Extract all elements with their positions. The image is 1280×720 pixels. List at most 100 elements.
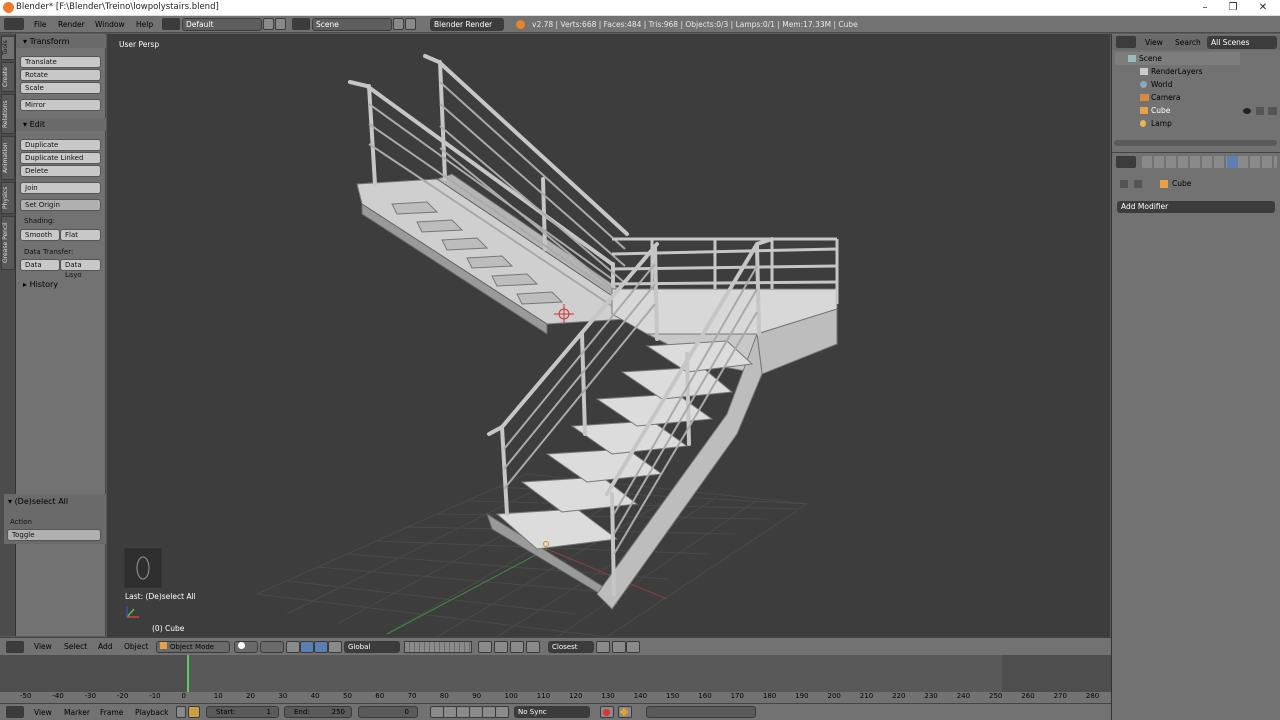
jump-start-icon[interactable] xyxy=(430,706,444,718)
tab-grease-pencil[interactable]: Grease Pencil xyxy=(1,216,15,270)
keying-set-icon[interactable] xyxy=(618,706,632,718)
record-icon[interactable] xyxy=(600,706,614,718)
tab-create[interactable]: Create xyxy=(1,62,15,92)
minimize-button[interactable]: – xyxy=(1190,0,1220,15)
outliner-editor-icon[interactable] xyxy=(1116,36,1136,48)
menu-object[interactable]: Object xyxy=(124,642,148,651)
jump-keyframe-back-icon[interactable] xyxy=(443,706,457,718)
outliner-view-menu[interactable]: View xyxy=(1145,38,1163,47)
menu-marker[interactable]: Marker xyxy=(64,708,90,717)
add-layout-icon[interactable] xyxy=(263,18,274,30)
outliner-item-camera[interactable]: Camera xyxy=(1114,91,1239,104)
scale-button[interactable]: Scale xyxy=(20,82,101,94)
properties-context-tabs[interactable] xyxy=(1142,156,1277,168)
sync-mode-select[interactable]: No Sync xyxy=(514,706,590,718)
menu-render[interactable]: Render xyxy=(58,20,85,29)
preview-range-icon[interactable] xyxy=(188,706,200,718)
remove-scene-icon[interactable] xyxy=(405,18,416,30)
history-panel-header[interactable]: ▸ History xyxy=(16,278,106,291)
scene-field[interactable]: Scene xyxy=(312,18,392,31)
tab-animation[interactable]: Animation xyxy=(1,136,15,180)
duplicate-linked-button[interactable]: Duplicate Linked xyxy=(20,152,101,164)
jump-end-icon[interactable] xyxy=(495,706,509,718)
outliner-display-select[interactable]: All Scenes xyxy=(1207,36,1277,49)
layer-buttons[interactable] xyxy=(404,641,472,653)
menu-view[interactable]: View xyxy=(34,642,52,651)
orientation-select[interactable]: Global xyxy=(344,641,400,653)
modifier-wrench-icon[interactable] xyxy=(1227,156,1238,168)
menu-file[interactable]: File xyxy=(34,20,47,29)
data-layout-button[interactable]: Data Layo xyxy=(60,259,101,279)
tab-tools[interactable]: Tools xyxy=(1,36,15,60)
mode-select[interactable]: Object Mode xyxy=(156,641,230,653)
smooth-button[interactable]: Smooth xyxy=(20,229,60,241)
opengl-animation-icon[interactable] xyxy=(626,641,640,653)
opengl-camera-icon[interactable] xyxy=(612,641,626,653)
translate-manipulator-icon[interactable] xyxy=(300,641,314,653)
current-frame-field[interactable]: 0 xyxy=(358,706,418,718)
menu-select[interactable]: Select xyxy=(64,642,87,651)
maximize-button[interactable]: ❐ xyxy=(1218,0,1248,15)
end-frame-field[interactable]: End: 250 xyxy=(284,706,352,718)
tab-relations[interactable]: Relations xyxy=(1,94,15,134)
visibility-eye-icon[interactable] xyxy=(1243,108,1251,114)
menu-playback[interactable]: Playback xyxy=(135,708,168,717)
data-transfer-button[interactable]: Data xyxy=(20,259,60,271)
rotate-manipulator-icon[interactable] xyxy=(314,641,328,653)
opengl-render-icon[interactable] xyxy=(510,641,524,653)
timeline-area[interactable] xyxy=(0,655,1111,703)
scale-manipulator-icon[interactable] xyxy=(328,641,342,653)
pivot-select[interactable] xyxy=(260,641,284,653)
menu-timeline-view[interactable]: View xyxy=(34,708,52,717)
start-frame-field[interactable]: Start: 1 xyxy=(206,706,279,718)
properties-editor-icon[interactable] xyxy=(1116,156,1136,168)
render-engine-select[interactable]: Blender Render xyxy=(430,18,504,31)
outliner-item-world[interactable]: World xyxy=(1114,78,1239,91)
menu-add[interactable]: Add xyxy=(98,642,113,651)
menu-window[interactable]: Window xyxy=(95,20,125,29)
tab-physics[interactable]: Physics xyxy=(1,182,15,214)
outliner-item-lamp[interactable]: Lamp xyxy=(1114,117,1239,130)
render-icon[interactable] xyxy=(494,641,508,653)
snap-align-icon[interactable] xyxy=(596,641,610,653)
mirror-button[interactable]: Mirror xyxy=(20,99,101,111)
join-button[interactable]: Join xyxy=(20,182,101,194)
translate-button[interactable]: Translate xyxy=(20,56,101,68)
outliner-item-renderlayers[interactable]: RenderLayers xyxy=(1114,65,1239,78)
3d-viewport[interactable]: User Persp Last: (De)select All (0) Cube xyxy=(107,34,1110,637)
render-camera-icon[interactable] xyxy=(1268,107,1277,115)
add-scene-icon[interactable] xyxy=(393,18,404,30)
outliner-search-menu[interactable]: Search xyxy=(1175,38,1201,47)
layout-icon[interactable] xyxy=(162,18,180,30)
outliner-item-cube[interactable]: Cube xyxy=(1114,104,1239,117)
outliner-scrollbar[interactable] xyxy=(1114,140,1277,146)
pin-icon[interactable] xyxy=(1120,180,1128,188)
set-origin-select[interactable]: Set Origin xyxy=(20,199,101,211)
menu-help[interactable]: Help xyxy=(136,20,153,29)
snap-magnet-icon[interactable] xyxy=(526,641,540,653)
play-reverse-icon[interactable] xyxy=(456,706,470,718)
delete-button[interactable]: Delete xyxy=(20,165,101,177)
remove-layout-icon[interactable] xyxy=(275,18,286,30)
operator-panel-header[interactable]: ▾ (De)select All xyxy=(8,497,68,506)
select-arrow-icon[interactable] xyxy=(1256,107,1264,115)
editor-type-info-icon[interactable] xyxy=(4,18,24,30)
flat-button[interactable]: Flat xyxy=(60,229,101,241)
transform-panel-header[interactable]: ▾ Transform xyxy=(16,35,106,48)
keying-set-select[interactable] xyxy=(646,706,756,718)
layer-lock-icon[interactable] xyxy=(478,641,492,653)
lock-icon[interactable] xyxy=(176,706,186,718)
scene-selector-icon[interactable] xyxy=(292,18,310,30)
shading-select[interactable] xyxy=(234,641,258,653)
menu-frame[interactable]: Frame xyxy=(100,708,123,717)
add-modifier-select[interactable]: Add Modifier xyxy=(1117,201,1275,213)
editor-type-3d-icon[interactable] xyxy=(6,641,24,653)
close-button[interactable]: ✕ xyxy=(1248,0,1278,15)
play-icon[interactable] xyxy=(469,706,483,718)
edit-panel-header[interactable]: ▾ Edit xyxy=(16,118,106,131)
manipulator-icon[interactable] xyxy=(286,641,300,653)
editor-type-timeline-icon[interactable] xyxy=(6,706,24,718)
rotate-button[interactable]: Rotate xyxy=(20,69,101,81)
snap-target-select[interactable]: Closest xyxy=(548,641,594,653)
layout-field[interactable]: Default xyxy=(182,18,262,31)
